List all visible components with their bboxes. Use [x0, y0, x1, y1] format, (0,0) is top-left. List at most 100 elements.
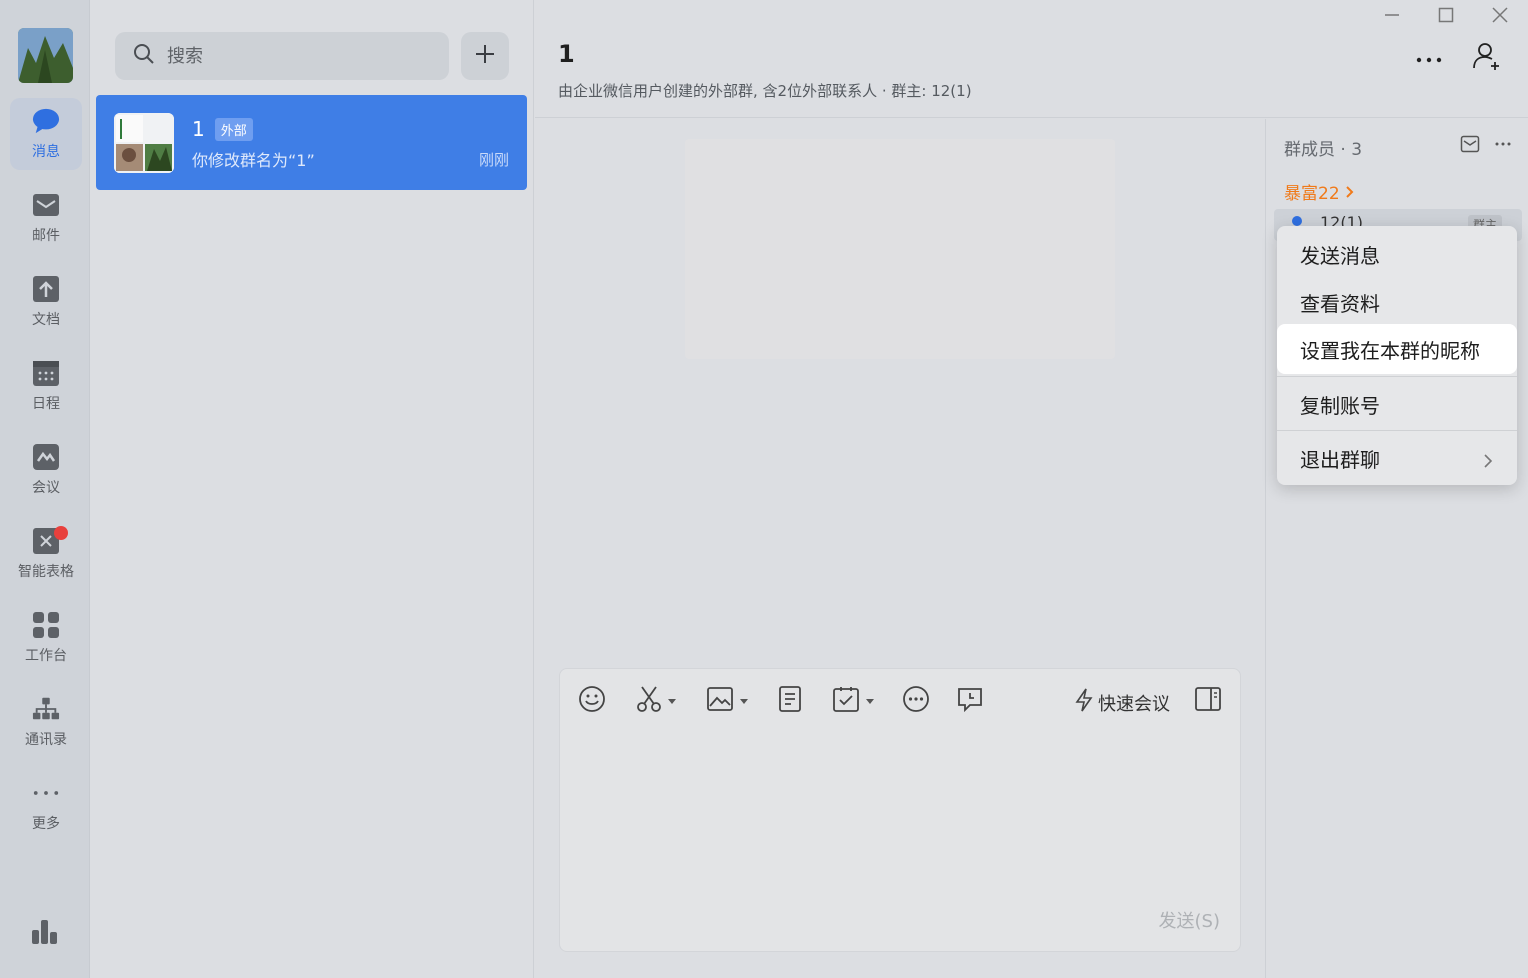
add-user-icon [1471, 40, 1503, 76]
conversation-title-row: 1 外部 [192, 117, 253, 141]
conversation-time: 刚刚 [478, 151, 509, 169]
screenshot-button[interactable] [636, 685, 676, 717]
quick-meeting-button[interactable]: 快速会议 [1074, 687, 1170, 718]
rail-label: 更多 [32, 816, 60, 832]
search-icon [133, 43, 155, 69]
minimize-button[interactable] [1381, 6, 1403, 28]
rail-item-mail[interactable]: 邮件 [10, 182, 82, 254]
maximize-icon [1438, 7, 1454, 27]
more-circle-icon [902, 685, 930, 717]
scissors-icon [636, 685, 662, 717]
emoji-button[interactable] [578, 685, 606, 717]
chat-title: 1 [558, 40, 575, 68]
doc-icon [32, 275, 60, 303]
quick-meeting-label: 快速会议 [1098, 693, 1170, 715]
menu-divider [1277, 430, 1517, 431]
rail-item-smart-table[interactable]: 智能表格 [10, 518, 82, 590]
add-member-button[interactable] [1469, 40, 1505, 76]
chat-icon [32, 107, 60, 135]
message-area [535, 119, 1265, 659]
nav-rail: 消息 邮件 文档 日程 会议 智能表格 工作台 通讯录 更多 [0, 0, 90, 978]
menu-set-group-nickname[interactable]: 设置我在本群的昵称 [1277, 324, 1517, 374]
menu-view-profile[interactable]: 查看资料 [1277, 278, 1517, 326]
menu-divider [1277, 376, 1517, 377]
rail-label: 工作台 [25, 648, 67, 664]
owner-link[interactable]: 暴富22 [1284, 179, 1355, 204]
member-context-menu: 发送消息 查看资料 设置我在本群的昵称 复制账号 退出群聊 [1277, 226, 1517, 485]
user-avatar[interactable] [18, 28, 73, 83]
chat-history-button[interactable] [956, 685, 984, 717]
menu-leave-group-label: 退出群聊 [1300, 447, 1380, 472]
search-input[interactable] [167, 45, 427, 67]
meeting-icon [32, 443, 60, 471]
close-button[interactable] [1489, 6, 1511, 28]
document-icon [778, 685, 802, 717]
chevron-down-icon[interactable] [740, 698, 748, 704]
workbench-icon [32, 611, 60, 639]
chevron-right-icon [1483, 450, 1493, 474]
rail-item-calendar[interactable]: 日程 [10, 350, 82, 422]
rail-item-docs[interactable]: 文档 [10, 266, 82, 338]
mail-icon[interactable] [1460, 135, 1480, 157]
chat-more-button[interactable] [1411, 40, 1447, 76]
lightning-icon [1074, 687, 1094, 718]
chevron-down-icon[interactable] [668, 698, 676, 704]
minimize-icon [1384, 7, 1400, 27]
task-button[interactable] [832, 685, 874, 717]
rail-label: 消息 [32, 144, 60, 160]
rail-label: 邮件 [32, 228, 60, 244]
chat-main: 1 由企业微信用户创建的外部群, 含2位外部联系人 · 群主: 12(1) 快速… [535, 0, 1528, 978]
search-box[interactable] [115, 32, 449, 80]
more-dots-icon [1415, 49, 1443, 68]
conversation-title: 1 [192, 117, 205, 141]
file-button[interactable] [778, 685, 802, 717]
conversation-preview: 你修改群名为“1” [192, 151, 315, 170]
external-tag: 外部 [214, 117, 253, 141]
mail-icon [32, 191, 60, 219]
contacts-icon [32, 695, 60, 723]
message-composer[interactable]: 快速会议 发送(S) [559, 668, 1241, 952]
add-button[interactable] [461, 32, 509, 80]
image-button[interactable] [706, 685, 748, 717]
calendar-icon [32, 359, 60, 387]
rail-item-more[interactable]: 更多 [10, 770, 82, 842]
rail-label: 会议 [32, 480, 60, 496]
image-icon [706, 686, 734, 716]
rail-label: 日程 [32, 396, 60, 412]
menu-leave-group[interactable]: 退出群聊 [1277, 434, 1517, 482]
conversation-item[interactable]: 1 外部 你修改群名为“1” 刚刚 [96, 95, 527, 190]
panel-icon [1194, 686, 1222, 716]
menu-copy-account[interactable]: 复制账号 [1277, 380, 1517, 428]
sidebar-toggle-button[interactable] [1194, 685, 1222, 717]
rail-item-workbench[interactable]: 工作台 [10, 602, 82, 674]
chevron-right-icon [1345, 184, 1355, 204]
more-tools-button[interactable] [902, 685, 930, 717]
rail-item-messages[interactable]: 消息 [10, 98, 82, 170]
owner-name: 暴富22 [1284, 184, 1340, 204]
rail-item-meeting[interactable]: 会议 [10, 434, 82, 506]
checklist-icon [832, 685, 860, 717]
send-button[interactable]: 发送(S) [1159, 907, 1220, 933]
group-avatar [114, 113, 174, 173]
members-title: 群成员 · 3 [1284, 140, 1363, 160]
close-icon [1492, 7, 1508, 27]
chevron-down-icon[interactable] [866, 698, 874, 704]
menu-send-message[interactable]: 发送消息 [1277, 230, 1517, 278]
more-dots-icon[interactable] [1494, 135, 1512, 157]
feedback-icon[interactable] [30, 918, 58, 950]
maximize-button[interactable] [1435, 6, 1457, 28]
rail-label: 文档 [32, 312, 60, 328]
smiley-icon [578, 685, 606, 717]
rail-label: 通讯录 [25, 732, 67, 748]
rail-label: 智能表格 [18, 564, 74, 580]
members-tools [1460, 135, 1512, 157]
chat-subtitle: 由企业微信用户创建的外部群, 含2位外部联系人 · 群主: 12(1) [558, 82, 972, 100]
message-placeholder [685, 139, 1115, 359]
clock-message-icon [956, 685, 984, 717]
conversation-list-panel: 1 外部 你修改群名为“1” 刚刚 [91, 0, 534, 978]
plus-icon [474, 43, 496, 69]
notification-dot [54, 526, 68, 540]
chat-header: 1 由企业微信用户创建的外部群, 含2位外部联系人 · 群主: 12(1) [535, 0, 1528, 118]
more-icon [32, 779, 60, 807]
rail-item-contacts[interactable]: 通讯录 [10, 686, 82, 758]
